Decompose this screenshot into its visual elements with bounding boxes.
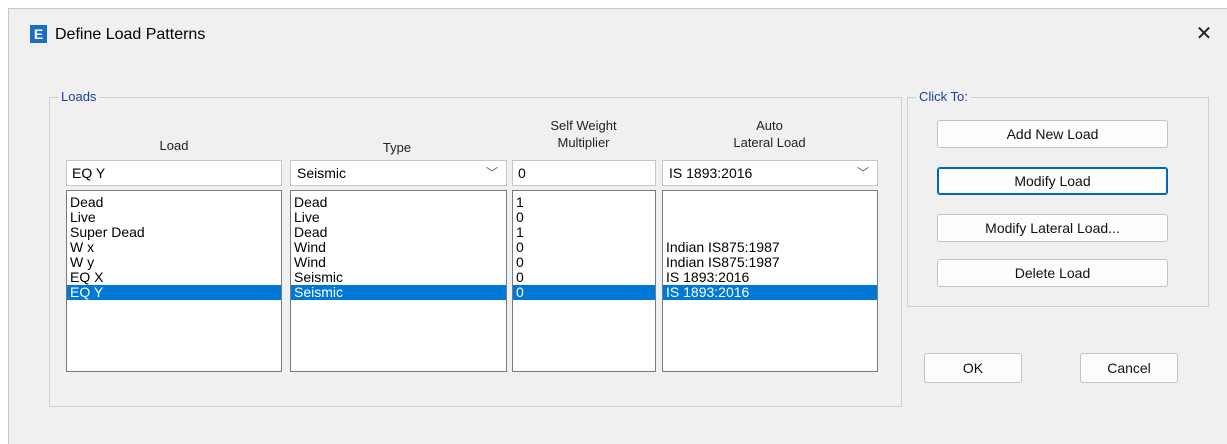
list-item[interactable]: Super Dead bbox=[67, 225, 281, 240]
define-load-patterns-dialog: E Define Load Patterns ✕ Loads Load Type… bbox=[8, 8, 1227, 444]
auto-lateral-load-value: IS 1893:2016 bbox=[669, 165, 753, 181]
list-item[interactable]: Dead bbox=[67, 195, 281, 210]
list-item[interactable]: Live bbox=[291, 210, 506, 225]
column-header-load: Load bbox=[159, 138, 189, 153]
list-item[interactable]: 0 bbox=[513, 270, 655, 285]
list-item-selected[interactable]: Seismic bbox=[291, 285, 506, 300]
list-item[interactable]: 0 bbox=[513, 240, 655, 255]
list-item[interactable]: Wind bbox=[291, 240, 506, 255]
list-item-selected[interactable]: IS 1893:2016 bbox=[663, 285, 877, 300]
list-item-selected[interactable]: EQ Y bbox=[67, 285, 281, 300]
list-item[interactable]: EQ X bbox=[67, 270, 281, 285]
list-item[interactable]: Seismic bbox=[291, 270, 506, 285]
click-to-group-label: Click To: bbox=[916, 89, 971, 104]
modify-load-button[interactable]: Modify Load bbox=[937, 167, 1168, 195]
list-item[interactable] bbox=[663, 195, 877, 210]
modify-lateral-load-button[interactable]: Modify Lateral Load... bbox=[937, 214, 1168, 242]
window-title: Define Load Patterns bbox=[55, 26, 206, 43]
auto-lateral-load-dropdown[interactable]: IS 1893:2016 ﹀ bbox=[662, 160, 878, 186]
load-type-dropdown[interactable]: Seismic ﹀ bbox=[290, 160, 507, 186]
self-weight-multiplier-list[interactable]: 1 0 1 0 0 0 0 bbox=[512, 190, 656, 372]
list-item[interactable] bbox=[663, 225, 877, 240]
list-item[interactable]: Live bbox=[67, 210, 281, 225]
list-item[interactable]: 0 bbox=[513, 210, 655, 225]
add-new-load-button[interactable]: Add New Load bbox=[937, 120, 1168, 148]
chevron-down-icon: ﹀ bbox=[856, 166, 869, 180]
list-item[interactable]: 0 bbox=[513, 255, 655, 270]
list-item[interactable]: IS 1893:2016 bbox=[663, 270, 877, 285]
column-header-type: Type bbox=[382, 140, 412, 155]
list-item[interactable]: Indian IS875:1987 bbox=[663, 240, 877, 255]
column-header-lateral-load: Auto Lateral Load bbox=[733, 118, 806, 150]
column-header-multiplier: Self Weight Multiplier bbox=[550, 118, 617, 150]
load-name-input[interactable]: EQ Y bbox=[66, 160, 282, 186]
title-bar: E Define Load Patterns ✕ bbox=[9, 9, 1227, 59]
app-icon: E bbox=[30, 25, 47, 43]
list-item[interactable]: Wind bbox=[291, 255, 506, 270]
load-type-list[interactable]: Dead Live Dead Wind Wind Seismic Seismic bbox=[290, 190, 507, 372]
list-item-selected[interactable]: 0 bbox=[513, 285, 655, 300]
close-icon[interactable]: ✕ bbox=[1189, 21, 1219, 47]
list-item[interactable]: W y bbox=[67, 255, 281, 270]
list-item[interactable]: Dead bbox=[291, 225, 506, 240]
list-item[interactable]: Indian IS875:1987 bbox=[663, 255, 877, 270]
list-item[interactable]: 1 bbox=[513, 195, 655, 210]
delete-load-button[interactable]: Delete Load bbox=[937, 259, 1168, 287]
loads-group-label: Loads bbox=[58, 89, 100, 104]
list-item[interactable]: Dead bbox=[291, 195, 506, 210]
list-item[interactable] bbox=[663, 210, 877, 225]
load-name-list[interactable]: Dead Live Super Dead W x W y EQ X EQ Y bbox=[66, 190, 282, 372]
list-item[interactable]: W x bbox=[67, 240, 281, 255]
list-item[interactable]: 1 bbox=[513, 225, 655, 240]
ok-button[interactable]: OK bbox=[924, 353, 1022, 383]
self-weight-multiplier-input[interactable]: 0 bbox=[512, 160, 656, 186]
load-type-value: Seismic bbox=[297, 165, 347, 181]
cancel-button[interactable]: Cancel bbox=[1080, 353, 1178, 383]
chevron-down-icon: ﹀ bbox=[485, 166, 498, 180]
auto-lateral-load-list[interactable]: Indian IS875:1987 Indian IS875:1987 IS 1… bbox=[662, 190, 878, 372]
